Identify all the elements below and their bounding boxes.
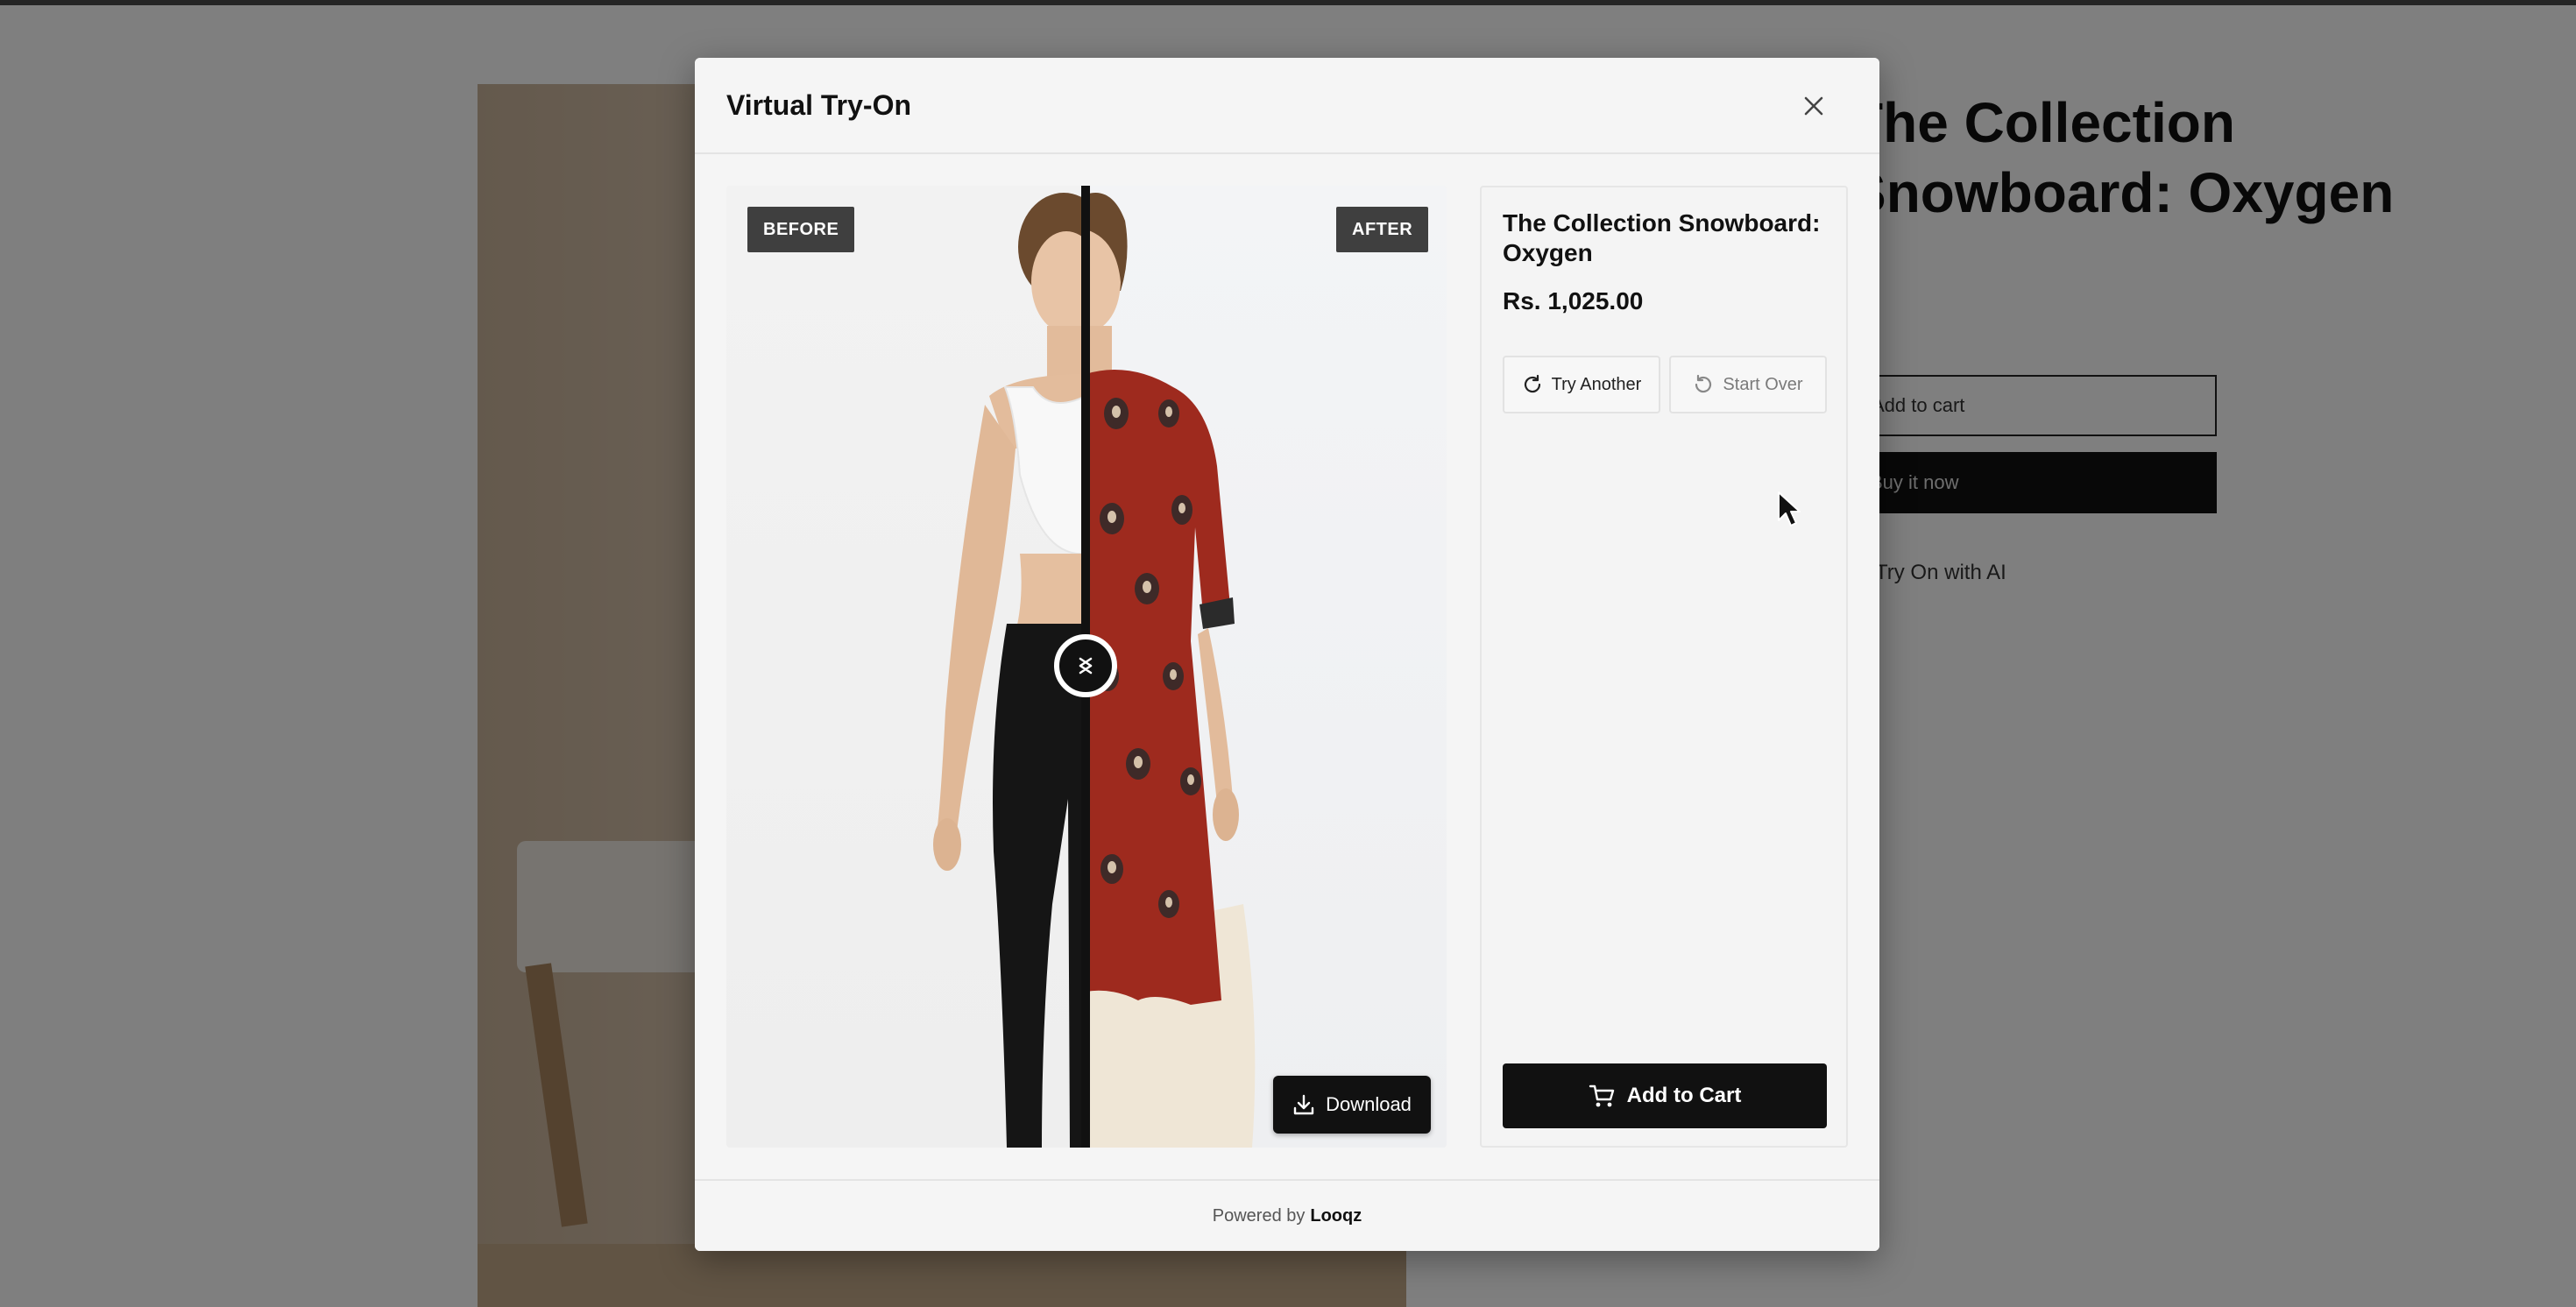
start-over-label: Start Over: [1723, 374, 1803, 394]
download-button[interactable]: Download: [1273, 1076, 1431, 1134]
before-after-comparison[interactable]: BEFORE AFTER Download: [726, 186, 1447, 1148]
modal-footer: Powered by Looqz: [695, 1179, 1879, 1251]
reset-icon: [1695, 374, 1712, 393]
close-icon: [1804, 96, 1823, 116]
virtual-try-on-modal: Virtual Try-On BEFORE AFTER Download The…: [695, 58, 1879, 1251]
comparison-slider-handle[interactable]: [1054, 634, 1117, 697]
product-price: Rs. 1,025.00: [1503, 287, 1644, 314]
product-panel: The Collection Snowboard: Oxygen Rs. 1,0…: [1480, 186, 1848, 1148]
after-label: AFTER: [1336, 207, 1429, 252]
modal-title: Virtual Try-On: [726, 89, 912, 121]
download-label: Download: [1326, 1093, 1412, 1115]
try-another-button[interactable]: Try Another: [1503, 356, 1660, 413]
add-to-cart-label: Add to Cart: [1626, 1084, 1742, 1107]
before-photo: [726, 186, 1086, 1148]
drag-arrows-icon: [1079, 657, 1093, 675]
close-button[interactable]: [1792, 84, 1836, 128]
cart-icon: [1589, 1084, 1614, 1107]
mouse-cursor-icon: [1778, 491, 1801, 526]
download-icon: [1293, 1094, 1314, 1115]
start-over-button[interactable]: Start Over: [1669, 356, 1827, 413]
after-photo: [1086, 186, 1447, 1148]
model-after-figure: [1086, 193, 1256, 1148]
product-title: The Collection Snowboard: Oxygen: [1503, 209, 1821, 266]
refresh-icon: [1524, 374, 1540, 393]
modal-header: Virtual Try-On: [695, 58, 1879, 154]
footer-brand-link[interactable]: Looqz: [1310, 1206, 1362, 1226]
add-to-cart-button[interactable]: Add to Cart: [1503, 1063, 1827, 1128]
try-another-label: Try Another: [1551, 374, 1642, 394]
powered-by-text: Powered by: [1212, 1205, 1306, 1226]
model-before-figure: [933, 193, 1086, 1148]
before-label: BEFORE: [747, 207, 855, 252]
